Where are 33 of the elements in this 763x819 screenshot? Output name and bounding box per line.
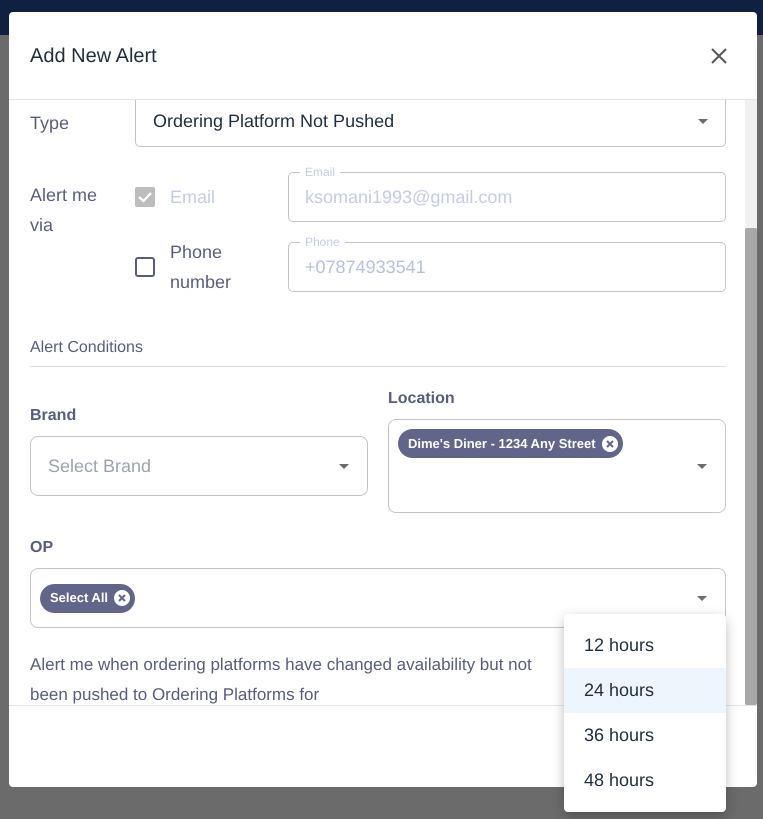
location-select[interactable]: Dime's Diner - 1234 Any Street [388, 419, 726, 513]
remove-icon[interactable] [114, 590, 130, 606]
checkbox-label: Email [170, 186, 216, 209]
field-label: OP [30, 538, 54, 558]
caret-icon [697, 596, 707, 600]
dialog-title: Add New Alert [30, 44, 157, 68]
row-label: Alert me via [30, 184, 98, 237]
menu-item[interactable]: 12 hours [564, 623, 726, 668]
checkbox-label: Phone number [170, 241, 232, 294]
selected-chip[interactable]: Dime's Diner - 1234 Any Street [398, 429, 623, 458]
field-label: Phone [300, 235, 345, 249]
type-select[interactable]: Ordering Platform Not Pushed [135, 100, 726, 147]
menu-item[interactable]: 48 hours [564, 758, 726, 803]
field-label: Email [300, 165, 340, 179]
caret-icon [339, 464, 349, 468]
caret-icon [698, 119, 708, 124]
field-value: ksomani1993@gmail.com [304, 186, 514, 209]
remove-icon[interactable] [602, 436, 618, 452]
section-heading: Alert Conditions [30, 336, 726, 367]
close-icon[interactable] [711, 48, 727, 64]
description-text: Alert me when ordering platforms have changed availability but not been pushed to Ordering Platforms for [30, 654, 533, 705]
field-value: +07874933541 [304, 256, 427, 278]
select-value: Ordering Platform Not Pushed [153, 110, 394, 133]
field-label: Location [388, 389, 456, 409]
menu-item[interactable]: 24 hours [564, 668, 726, 713]
row-label: Type [30, 112, 70, 135]
menu-item[interactable]: 36 hours [564, 713, 726, 758]
field-label: Brand [30, 406, 78, 426]
scrollbar-thumb[interactable] [745, 228, 757, 705]
selected-chip[interactable]: Select All [40, 584, 136, 612]
caret-icon [697, 464, 707, 468]
select-placeholder: Select Brand [48, 454, 152, 478]
checkbox[interactable] [135, 257, 155, 277]
